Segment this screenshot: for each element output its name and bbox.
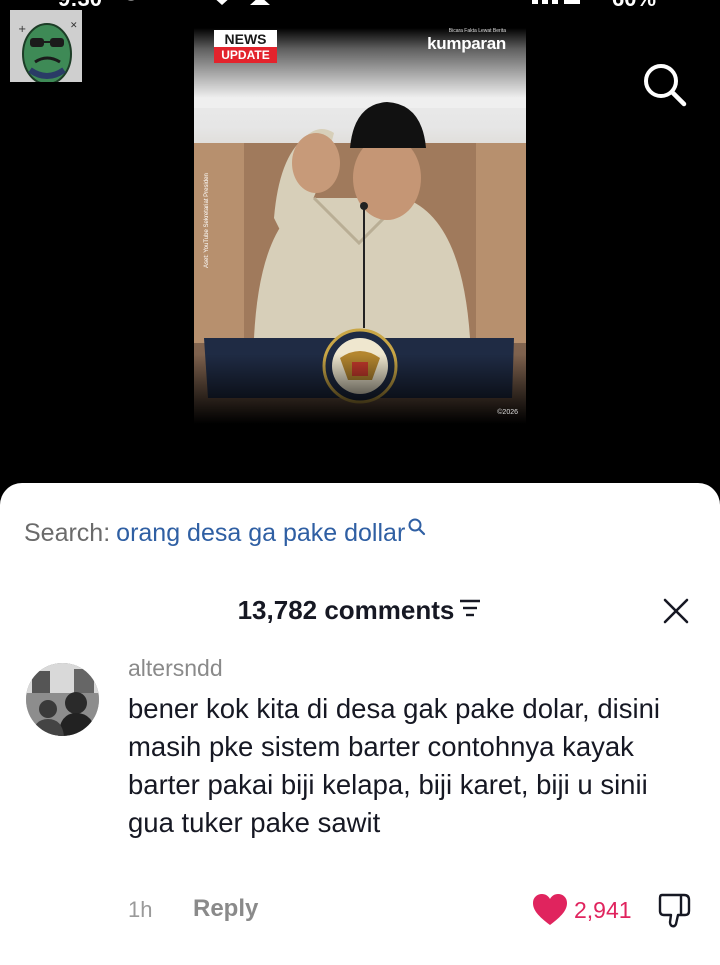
reply-button[interactable]: Reply <box>193 895 258 923</box>
search-query-link[interactable]: orang desa ga pake dollar <box>116 519 405 547</box>
svg-text:+: + <box>18 24 26 35</box>
profile-avatar[interactable]: + ✕ <box>10 10 82 82</box>
video-bottom-fade <box>194 354 526 424</box>
photo-credit: Aset: YouTube Sekretariat Presiden <box>204 148 214 268</box>
badge-bottom-text: UPDATE <box>214 47 277 63</box>
svg-text:✕: ✕ <box>70 21 78 31</box>
comment-avatar[interactable] <box>26 663 99 736</box>
brand-logo: Bicara Fakta Lewat Berita kumparan <box>427 28 506 54</box>
battery-level: 60% <box>612 0 656 12</box>
close-button[interactable] <box>662 597 690 625</box>
search-button[interactable] <box>640 60 690 110</box>
signal-icon <box>530 0 584 12</box>
comment-time: 1h <box>128 897 153 922</box>
brand-tagline: Bicara Fakta Lewat Berita <box>448 28 506 34</box>
bookmark-icon <box>210 0 234 12</box>
video-frame[interactable]: NEWS UPDATE Bicara Fakta Lewat Berita ku… <box>194 28 526 424</box>
comments-sheet: Search: orang desa ga pake dollar 13,782 … <box>0 483 720 965</box>
whatsapp-icon <box>118 0 146 14</box>
comments-count: 13,782 comments <box>237 595 455 625</box>
brand-name: kumparan <box>427 34 506 53</box>
comment-text: bener kok kita di desa gak pake dolar, d… <box>128 693 660 838</box>
comment-username[interactable]: altersndd <box>128 655 223 682</box>
search-icon <box>407 515 427 544</box>
search-label: Search: <box>24 519 111 547</box>
photo-credit-text: Aset: YouTube Sekretariat Presiden <box>204 173 210 268</box>
filter-icon[interactable] <box>458 595 482 626</box>
comments-header: 13,782 comments <box>0 595 720 626</box>
heart-icon <box>533 894 567 925</box>
dislike-button[interactable] <box>656 891 694 929</box>
badge-top-text: NEWS <box>214 30 277 47</box>
like-count: 2,941 <box>574 897 632 923</box>
news-update-badge: NEWS UPDATE <box>214 30 277 63</box>
search-suggestion[interactable]: Search: orang desa ga pake dollar <box>24 518 427 548</box>
like-button[interactable] <box>532 893 568 927</box>
status-bar: 9:30 60% <box>0 0 720 11</box>
video-year: ©2026 <box>497 409 518 416</box>
notification-icon <box>248 0 272 12</box>
search-icon <box>644 64 687 107</box>
dislike-icon <box>658 893 691 928</box>
close-icon <box>663 598 689 624</box>
video-area[interactable]: 9:30 60% + ✕ <box>0 0 720 500</box>
